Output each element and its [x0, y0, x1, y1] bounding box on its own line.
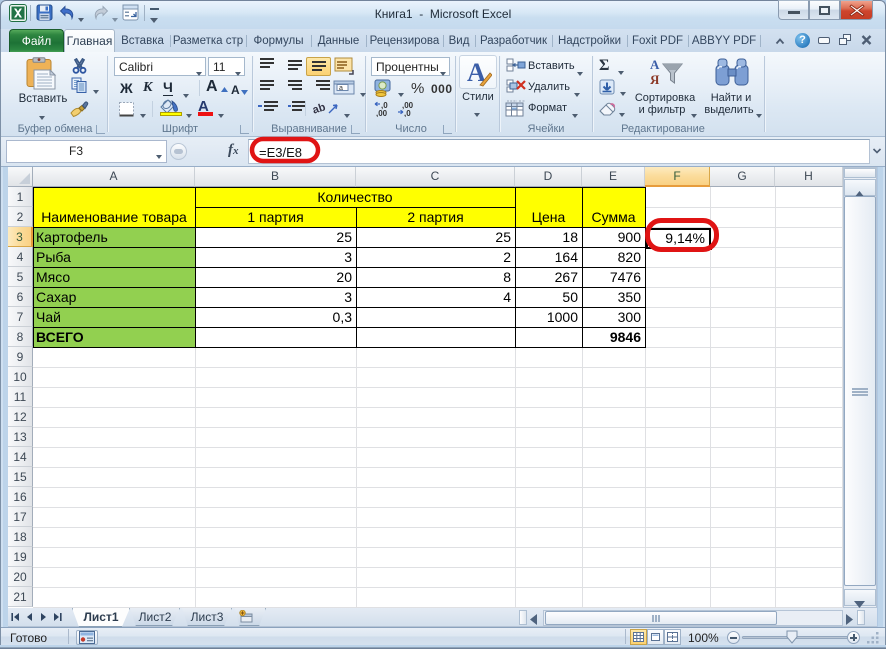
svg-text:ab: ab — [313, 101, 327, 116]
svg-text:Я: Я — [650, 72, 660, 87]
svg-text:А: А — [650, 57, 660, 72]
svg-text:,0: ,0 — [404, 109, 411, 117]
svg-text:,00: ,00 — [376, 109, 388, 117]
svg-text:a: a — [339, 85, 343, 92]
